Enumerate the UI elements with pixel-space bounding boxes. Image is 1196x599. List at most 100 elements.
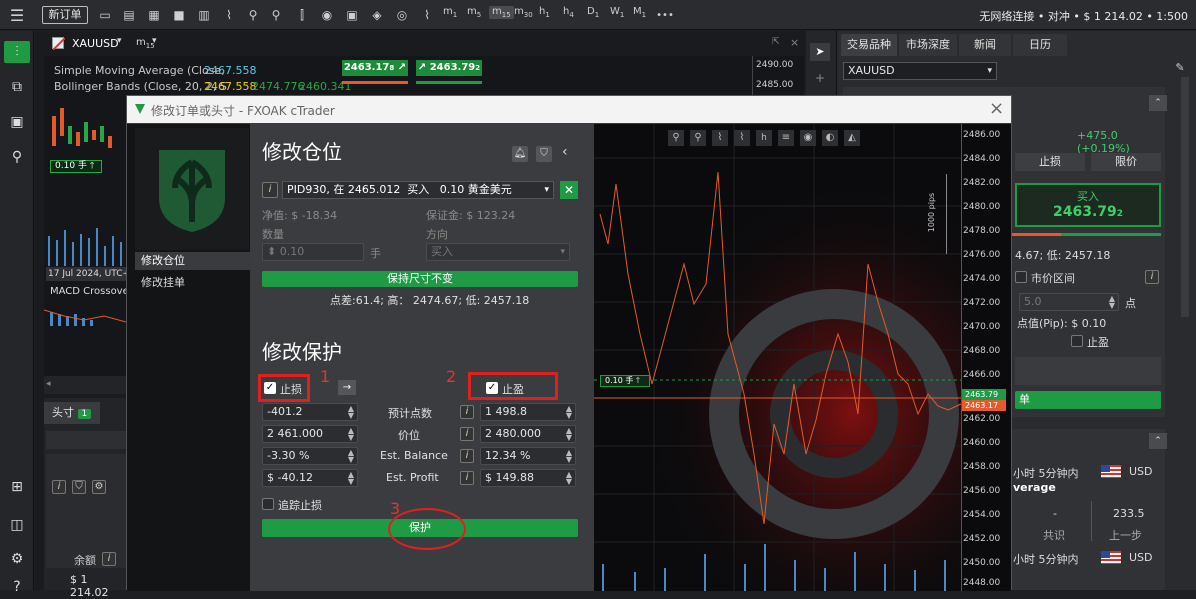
info-icon[interactable]: i — [460, 449, 474, 463]
bell-icon[interactable]: 🔔︎ — [512, 146, 528, 162]
timeframe-m30[interactable]: m30 — [514, 6, 533, 19]
tp-pips-input[interactable]: 1 498.8 ▲ ▼ — [480, 403, 576, 421]
help-icon[interactable]: ? — [9, 579, 25, 595]
info-icon[interactable]: i — [102, 552, 116, 566]
comment-box[interactable] — [1015, 357, 1161, 385]
analyze-icon[interactable]: ⚲ — [9, 149, 25, 165]
zoom-out-icon[interactable]: ⚲ — [668, 130, 684, 146]
edit-layout-icon[interactable]: ✎ — [1171, 61, 1189, 77]
timeframe-m1[interactable]: m1 — [443, 6, 457, 19]
menu-icon[interactable]: ☰ — [8, 7, 26, 24]
tab-stop-order[interactable]: 止损 — [1015, 153, 1085, 171]
market-range-checkbox[interactable] — [1015, 271, 1027, 283]
range-input[interactable]: 5.0 ▲ ▼ — [1019, 293, 1119, 311]
tab-positions[interactable]: 头寸 1 — [44, 402, 100, 424]
draw-line-icon[interactable]: ⌇ — [734, 130, 750, 146]
symbol-select[interactable]: XAUUSD ▾ — [843, 62, 997, 80]
cursor-icon[interactable]: ➤ — [810, 43, 830, 61]
direction-select[interactable]: 买入 ▾ — [426, 243, 570, 261]
theme-icon[interactable]: ◐ — [822, 130, 838, 146]
buy-button[interactable]: 买入 2463.792 — [1015, 183, 1161, 227]
info-icon[interactable]: i — [52, 480, 66, 494]
eye-icon[interactable]: ◎ — [393, 7, 411, 24]
popout-icon[interactable]: ⇱ — [772, 37, 780, 47]
close-chart-icon[interactable]: × — [790, 36, 799, 49]
buy-price-button[interactable]: ↗ 2463.792 — [416, 60, 482, 76]
zoom-out-icon[interactable]: ⚲ — [245, 7, 261, 24]
copy-icon[interactable]: ⧉ — [9, 79, 25, 95]
copy-trading-icon[interactable]: ⊞ — [9, 479, 25, 495]
settings-chart-icon[interactable]: ⌇ — [418, 7, 436, 24]
screenshot-icon[interactable]: ▭ — [96, 7, 114, 24]
sl-price-input[interactable]: 2 461.000 ▲ ▼ — [262, 425, 358, 443]
split-layout-icon[interactable]: ▥ — [195, 7, 213, 24]
shield-icon[interactable]: ⛉ — [536, 146, 552, 162]
crosshair-icon[interactable]: + — [810, 69, 830, 87]
take-profit-checkbox[interactable] — [1071, 335, 1083, 347]
collapse-icon[interactable]: ⌃ — [1149, 433, 1167, 449]
sl-pips-input[interactable]: -401.2 ▲ ▼ — [262, 403, 358, 421]
zoom-in-icon[interactable]: ⚲ — [690, 130, 706, 146]
image-icon[interactable]: ◭ — [844, 130, 860, 146]
bot-icon[interactable]: ◉ — [800, 130, 816, 146]
tab-market-depth[interactable]: 市场深度 — [899, 34, 957, 56]
position-tag[interactable]: 0.10 手 🡑 — [600, 375, 650, 387]
timeframe-h4[interactable]: h4 — [563, 6, 574, 19]
dialog-chart[interactable]: ⚲ ⚲ ⌇ ⌇ h ≡ ◉ ◐ ◭ 1000 pips 0.10 手 🡑 248… — [594, 124, 1011, 591]
close-icon[interactable]: × — [989, 98, 1004, 119]
chart-mode-icon[interactable]: ▤ — [120, 7, 138, 24]
timeframe-w1[interactable]: W1 — [610, 6, 624, 19]
timeframe-h1[interactable]: h1 — [539, 6, 550, 19]
bot-icon[interactable]: ◉ — [318, 7, 336, 24]
info-icon[interactable]: i — [1145, 270, 1159, 284]
tab-symbols[interactable]: 交易品种 — [841, 34, 897, 56]
chart-symbol[interactable]: XAUUSD — [72, 37, 119, 50]
indicator-icon[interactable]: ⫿ — [293, 7, 311, 24]
shield-icon[interactable]: ⛉ — [72, 480, 86, 494]
more-icon[interactable]: ••• — [655, 7, 675, 24]
tp-price-input[interactable]: 2 480.000 ▲ ▼ — [480, 425, 576, 443]
quantity-input[interactable]: ⬍ 0.10 — [262, 243, 364, 261]
robot-icon[interactable]: ▣ — [343, 7, 361, 24]
chevron-left-icon[interactable]: ‹ — [562, 144, 568, 160]
chevron-down-icon[interactable]: ▾ — [152, 36, 157, 46]
info-icon[interactable]: i — [460, 405, 474, 419]
tab-calendar[interactable]: 日历 — [1013, 34, 1067, 56]
collapse-icon[interactable]: ⌃ — [1149, 95, 1167, 111]
info-icon[interactable]: i — [262, 182, 278, 198]
info-icon[interactable]: i — [460, 471, 474, 485]
nav-modify-position[interactable]: 修改仓位 — [135, 252, 250, 270]
chevron-down-icon[interactable]: ▾ — [117, 36, 122, 46]
nav-modify-pending[interactable]: 修改挂单 — [135, 274, 250, 292]
positions-filter[interactable] — [46, 431, 126, 449]
line-chart-icon[interactable]: ⌇ — [712, 130, 728, 146]
new-order-button[interactable]: 新订单 — [42, 6, 88, 24]
timeframe-mn1[interactable]: M1 — [633, 6, 646, 19]
arrow-right-icon[interactable]: → — [338, 380, 356, 395]
trailing-stop-checkbox[interactable] — [262, 498, 274, 510]
zoom-in-icon[interactable]: ⚲ — [268, 7, 284, 24]
wallet-icon[interactable]: ◫ — [9, 517, 25, 533]
keep-size-button[interactable]: 保持尺寸不变 — [262, 271, 578, 287]
position-tag[interactable]: 0.10 手 🡑 — [50, 160, 102, 173]
gear-icon[interactable]: ⚙ — [92, 480, 106, 494]
sell-price-button[interactable]: 2463.178 ↗ — [342, 60, 408, 76]
settings-icon[interactable]: ⚙ — [9, 551, 25, 567]
layers-icon[interactable]: ◈ — [368, 7, 386, 24]
timeframe-d1[interactable]: D1 — [587, 6, 599, 19]
timeframe-m15[interactable]: m15 — [489, 6, 514, 19]
tp-profit-input[interactable]: $ 149.88 ▲ ▼ — [480, 469, 576, 487]
grid-layout-icon[interactable]: ▦ — [145, 7, 163, 24]
info-icon[interactable]: i — [460, 427, 474, 441]
scroll-left-icon[interactable]: ◂ — [46, 379, 51, 389]
timeframe-m5[interactable]: m5 — [467, 6, 481, 19]
tab-limit-order[interactable]: 限价 — [1091, 153, 1161, 171]
sl-balance-input[interactable]: -3.30 % ▲ ▼ — [262, 447, 358, 465]
place-order-button[interactable]: 单 — [1015, 391, 1161, 409]
draw-chart-icon[interactable]: ⌇ — [220, 7, 238, 24]
close-position-button[interactable]: ✕ — [560, 181, 578, 199]
trade-icon[interactable]: ⫶ — [4, 41, 30, 63]
hourly-icon[interactable]: h — [756, 130, 772, 146]
position-select[interactable]: PID930, 在 2465.012 买入 0.10 黄金美元 ▾ — [282, 181, 554, 199]
sl-profit-input[interactable]: $ -40.12 ▲ ▼ — [262, 469, 358, 487]
